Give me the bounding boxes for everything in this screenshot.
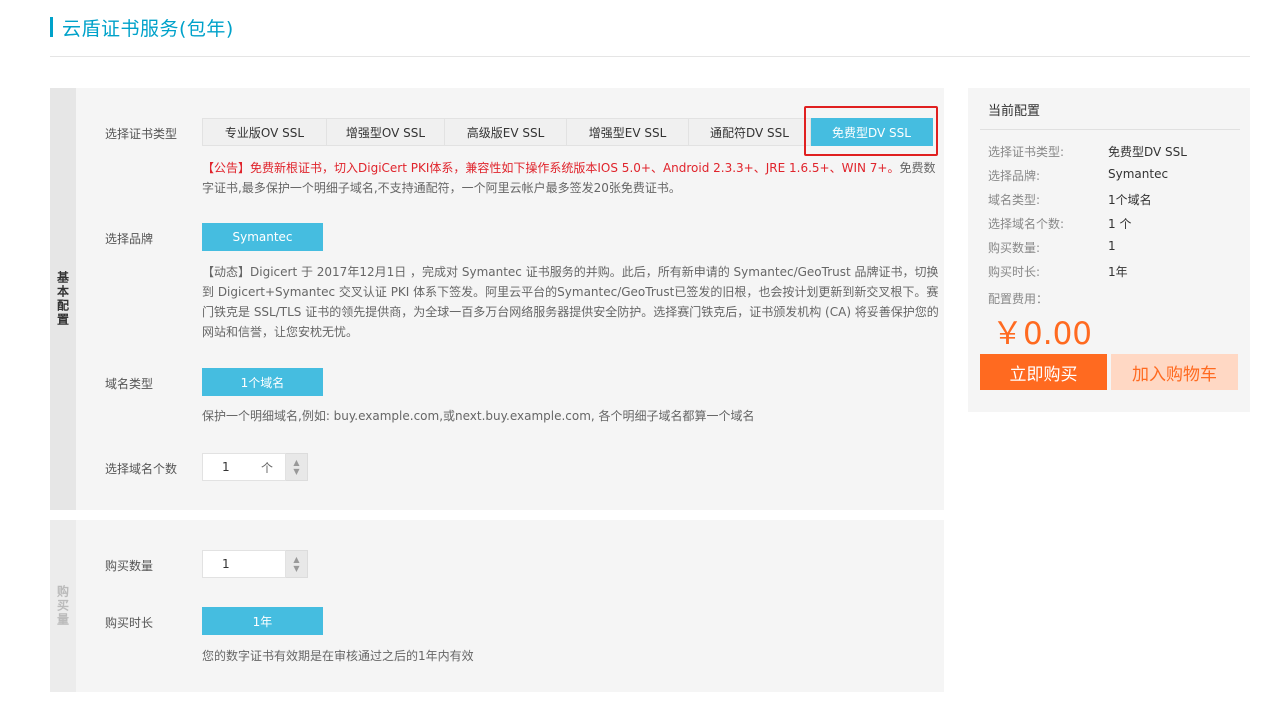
- summary-value: 1个域名: [1108, 193, 1152, 207]
- summary-key: 域名类型:: [988, 193, 1041, 207]
- purchase-tab-label: 购买量: [55, 585, 70, 627]
- page-title-text: 云盾证书服务(包年): [62, 17, 234, 40]
- summary-row-brand: 选择品牌: Symantec: [988, 167, 1238, 184]
- domain-type-option-single[interactable]: 1个域名: [202, 368, 323, 396]
- summary-key: 选择品牌:: [988, 169, 1041, 183]
- cert-notice: 【公告】免费新根证书，切入DigiCert PKI体系，兼容性如下操作系统版本I…: [202, 158, 937, 198]
- quantity-label: 购买数量: [105, 559, 154, 573]
- domain-count-label: 选择域名个数: [105, 462, 178, 476]
- summary-value: 1 个: [1108, 217, 1132, 231]
- selection-highlight-box: [804, 106, 938, 156]
- summary-value: 1: [1108, 239, 1116, 253]
- cert-type-tab-wildcard-dv[interactable]: 通配符DV SSL: [689, 118, 811, 146]
- cert-type-tab-pro-ov[interactable]: 专业版OV SSL: [202, 118, 327, 146]
- summary-key: 购买数量:: [988, 241, 1041, 255]
- buy-now-button[interactable]: 立即购买: [980, 354, 1107, 390]
- summary-row-cert-type: 选择证书类型: 免费型DV SSL: [988, 143, 1238, 160]
- summary-row-duration: 购买时长: 1年: [988, 263, 1238, 280]
- fee-label: 配置费用：: [988, 292, 1049, 306]
- domain-count-stepper: 1 个 ▲ ▼: [202, 453, 308, 481]
- quantity-input[interactable]: 1: [202, 550, 286, 578]
- duration-option-1-year[interactable]: 1年: [202, 607, 323, 635]
- cert-type-tab-advanced-ev[interactable]: 高级版EV SSL: [445, 118, 567, 146]
- cert-notice-red: 【公告】免费新根证书，切入DigiCert PKI体系，兼容性如下操作系统版本I…: [202, 161, 900, 175]
- domain-type-desc: 保护一个明细域名,例如: buy.example.com,或next.buy.e…: [202, 409, 755, 423]
- current-config-title: 当前配置: [988, 104, 1041, 119]
- summary-value: 免费型DV SSL: [1108, 145, 1187, 159]
- quantity-stepper: 1 ▲ ▼: [202, 550, 308, 578]
- cert-type-tab-enhanced-ov[interactable]: 增强型OV SSL: [327, 118, 445, 146]
- title-divider: [50, 56, 1250, 57]
- summary-row-domain-type: 域名类型: 1个域名: [988, 191, 1238, 208]
- arrow-down-icon[interactable]: ▼: [293, 564, 299, 573]
- summary-value: 1年: [1108, 265, 1128, 279]
- arrow-up-icon[interactable]: ▲: [293, 458, 299, 467]
- page-title: 云盾证书服务(包年): [50, 16, 234, 40]
- summary-key: 购买时长:: [988, 265, 1041, 279]
- domain-count-unit: 个: [260, 460, 273, 475]
- summary-divider: [980, 129, 1240, 130]
- current-config-panel: 当前配置 选择证书类型: 免费型DV SSL 选择品牌: Symantec 域名…: [968, 88, 1250, 412]
- title-accent-bar: [50, 17, 53, 37]
- domain-type-label: 域名类型: [105, 377, 154, 391]
- purchase-section: 购买量 购买数量 1 ▲ ▼ 购买时长 1年 您的数字证书有效期是在审核通过之后…: [50, 520, 944, 692]
- duration-label: 购买时长: [105, 616, 154, 630]
- price: ￥0.00: [992, 316, 1093, 352]
- domain-count-arrows[interactable]: ▲ ▼: [286, 453, 308, 481]
- summary-row-domain-count: 选择域名个数: 1 个: [988, 215, 1238, 232]
- cert-type-label: 选择证书类型: [105, 127, 178, 141]
- purchase-tab: 购买量: [50, 520, 76, 692]
- brand-option-symantec[interactable]: Symantec: [202, 223, 323, 251]
- quantity-arrows[interactable]: ▲ ▼: [286, 550, 308, 578]
- arrow-down-icon[interactable]: ▼: [293, 467, 299, 476]
- basic-config-section: 基本配置 选择证书类型 专业版OV SSL 增强型OV SSL 高级版EV SS…: [50, 88, 944, 510]
- basic-config-tab-label: 基本配置: [55, 271, 70, 327]
- add-to-cart-button[interactable]: 加入购物车: [1111, 354, 1238, 390]
- domain-count-value: 1: [222, 460, 230, 474]
- brand-desc: 【动态】Digicert 于 2017年12月1日 ，完成对 Symantec …: [202, 265, 939, 339]
- summary-row-quantity: 购买数量: 1: [988, 239, 1238, 256]
- brand-label: 选择品牌: [105, 232, 154, 246]
- summary-key: 选择域名个数:: [988, 217, 1065, 231]
- duration-desc: 您的数字证书有效期是在审核通过之后的1年内有效: [202, 649, 474, 663]
- summary-value: Symantec: [1108, 167, 1169, 181]
- basic-config-tab: 基本配置: [50, 88, 76, 510]
- domain-count-input[interactable]: 1 个: [202, 453, 286, 481]
- cert-type-tab-enhanced-ev[interactable]: 增强型EV SSL: [567, 118, 689, 146]
- summary-key: 选择证书类型:: [988, 145, 1065, 159]
- arrow-up-icon[interactable]: ▲: [293, 555, 299, 564]
- quantity-value: 1: [222, 557, 230, 571]
